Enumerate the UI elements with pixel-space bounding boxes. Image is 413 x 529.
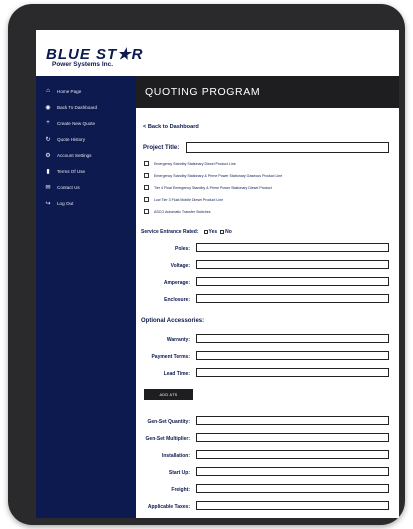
project-title-input[interactable] bbox=[186, 142, 389, 153]
sidebar-item-label: Quote History bbox=[57, 136, 86, 142]
mail-icon: ✉ bbox=[45, 184, 51, 191]
service-entrance-row: Service Entrance Rated: Yes No bbox=[141, 229, 232, 235]
sidebar-item-label: Log Out bbox=[57, 200, 74, 206]
back-to-dashboard-link[interactable]: < Back to Dashboard bbox=[143, 124, 199, 130]
yes-label: Yes bbox=[208, 229, 218, 235]
sidebar-item-label: Home Page bbox=[57, 88, 82, 94]
genset-multiplier-label: Gen-Set Multiplier: bbox=[145, 436, 190, 442]
tablet-frame: BLUE ST★R Power Systems Inc. ⌂ Home Page… bbox=[8, 4, 405, 525]
lead-time-input[interactable] bbox=[196, 368, 389, 377]
poles-input[interactable] bbox=[196, 243, 389, 252]
freight-label: Freight: bbox=[171, 487, 190, 493]
poles-label: Poles: bbox=[174, 246, 190, 252]
app-screen: BLUE ST★R Power Systems Inc. ⌂ Home Page… bbox=[36, 30, 399, 518]
checkbox[interactable] bbox=[144, 185, 149, 190]
optional-accessories-title: Optional Accessories: bbox=[141, 318, 205, 324]
warranty-input[interactable] bbox=[196, 334, 389, 343]
sidebar-item-label: Contact Us bbox=[57, 184, 80, 190]
installation-label: Installation: bbox=[161, 453, 190, 459]
sidebar-item-logout[interactable]: ↪ Log Out bbox=[44, 196, 73, 210]
logo-subtitle: Power Systems Inc. bbox=[52, 61, 114, 68]
enclosure-label: Enclosure: bbox=[164, 297, 190, 303]
product-line-option[interactable]: ASCO Automatic Transfer Switches bbox=[144, 208, 211, 215]
checkbox[interactable] bbox=[144, 197, 149, 202]
enclosure-input[interactable] bbox=[196, 294, 389, 303]
plus-icon: + bbox=[46, 120, 50, 126]
page-header: QUOTING PROGRAM bbox=[136, 76, 399, 108]
logout-icon: ↪ bbox=[45, 200, 51, 207]
checkbox[interactable] bbox=[144, 173, 149, 178]
sidebar-item-label: Create New Quote bbox=[57, 120, 96, 126]
sidebar-item-label: Back To Dashboard bbox=[57, 104, 98, 110]
voltage-label: Voltage: bbox=[170, 263, 190, 269]
sidebar-item-dashboard[interactable]: ◉ Back To Dashboard bbox=[44, 100, 97, 114]
page-title: QUOTING PROGRAM bbox=[145, 86, 261, 98]
genset-multiplier-input[interactable] bbox=[196, 433, 389, 442]
applicable-taxes-label: Applicable Taxes: bbox=[147, 504, 190, 510]
checkbox[interactable] bbox=[144, 209, 149, 214]
sidebar-item-home[interactable]: ⌂ Home Page bbox=[44, 84, 81, 98]
sidebar-item-terms[interactable]: ▮ Terms Of Use bbox=[44, 164, 85, 178]
sidebar-item-contact[interactable]: ✉ Contact Us bbox=[44, 180, 80, 194]
payment-terms-label: Payment Terms: bbox=[151, 354, 190, 360]
dashboard-icon: ◉ bbox=[45, 104, 51, 111]
yes-checkbox[interactable] bbox=[203, 230, 208, 234]
brand-logo[interactable]: BLUE ST★R Power Systems Inc. bbox=[36, 30, 399, 76]
warranty-label: Warranty: bbox=[166, 337, 190, 343]
sidebar: ⌂ Home Page ◉ Back To Dashboard + Create… bbox=[36, 76, 136, 518]
no-checkbox[interactable] bbox=[220, 230, 225, 234]
product-line-option[interactable]: Tier 4 Final Emergency Standby & Prime P… bbox=[144, 184, 272, 191]
start-up-input[interactable] bbox=[196, 467, 389, 476]
start-up-label: Start Up: bbox=[168, 470, 190, 476]
sidebar-item-quote-history[interactable]: ↻ Quote History bbox=[44, 132, 85, 146]
sidebar-item-account-settings[interactable]: ⚙ Account Settings bbox=[44, 148, 91, 162]
product-line-option[interactable]: Emergency Standby Stationary Diesel Prod… bbox=[144, 160, 236, 167]
amperage-input[interactable] bbox=[196, 277, 389, 286]
sidebar-item-label: Account Settings bbox=[57, 152, 92, 158]
product-line-option[interactable]: Low Tier 3 Fluid Mobile Diesel Product L… bbox=[144, 196, 223, 203]
sidebar-item-label: Terms Of Use bbox=[57, 168, 86, 174]
product-line-option[interactable]: Emergency Standby Stationary & Prime Pow… bbox=[144, 172, 282, 179]
checkbox[interactable] bbox=[144, 161, 149, 166]
history-icon: ↻ bbox=[45, 136, 51, 143]
freight-input[interactable] bbox=[196, 484, 389, 493]
payment-terms-input[interactable] bbox=[196, 351, 389, 360]
home-icon: ⌂ bbox=[46, 88, 50, 94]
sidebar-item-new-quote[interactable]: + Create New Quote bbox=[44, 116, 95, 130]
applicable-taxes-input[interactable] bbox=[196, 501, 389, 510]
gear-icon: ⚙ bbox=[45, 152, 51, 159]
voltage-input[interactable] bbox=[196, 260, 389, 269]
installation-input[interactable] bbox=[196, 450, 389, 459]
amperage-label: Amperage: bbox=[163, 280, 190, 286]
document-icon: ▮ bbox=[46, 168, 50, 175]
main-content: QUOTING PROGRAM < Back to Dashboard Proj… bbox=[136, 76, 399, 518]
add-ats-button[interactable]: ADD ATS bbox=[144, 389, 193, 400]
project-title-label: Project Title: bbox=[143, 145, 180, 151]
service-entrance-label: Service Entrance Rated: bbox=[141, 229, 199, 235]
genset-quantity-label: Gen-Set Quantity: bbox=[147, 419, 190, 425]
genset-quantity-input[interactable] bbox=[196, 416, 389, 425]
no-label: No bbox=[225, 229, 232, 235]
lead-time-label: Lead Time: bbox=[163, 371, 190, 377]
